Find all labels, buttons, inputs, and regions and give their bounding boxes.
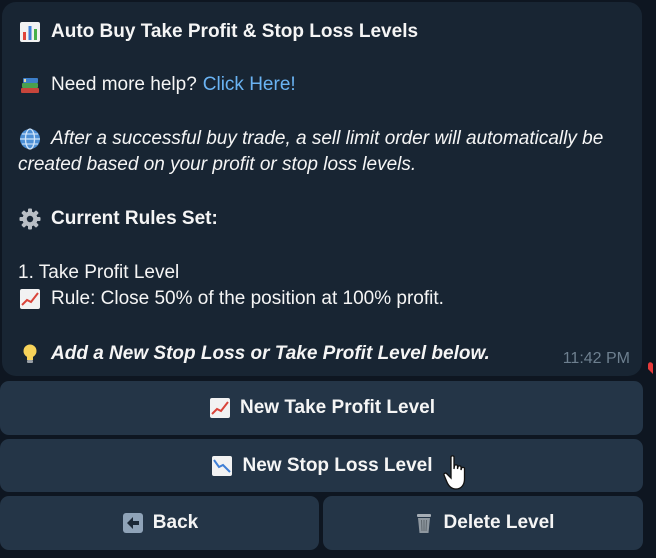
delete-level-button[interactable]: Delete Level [323,496,643,550]
description-line-2: created based on your profit or stop los… [18,153,416,177]
bot-message-bubble: Auto Buy Take Profit & Stop Loss Levels … [2,2,642,376]
rules-heading: Current Rules Set: [51,208,218,229]
hint-text: Add a New Stop Loss or Take Profit Level… [51,343,490,364]
description-text-2: created based on your profit or stop los… [18,154,417,175]
gear-icon [18,207,42,231]
new-stop-loss-button[interactable]: New Stop Loss Level [0,439,643,492]
new-take-profit-label: New Take Profit Level [240,397,435,418]
globe-icon [18,127,42,151]
rule-item-text: Rule: Close 50% of the position at 100% … [51,288,444,309]
new-take-profit-button[interactable]: New Take Profit Level [0,381,643,435]
help-link[interactable]: Click Here! [203,73,296,97]
wastebasket-icon [412,511,436,535]
heart-reaction-icon[interactable] [648,360,656,374]
new-stop-loss-label: New Stop Loss Level [242,454,433,476]
chat-stage: Auto Buy Take Profit & Stop Loss Levels … [0,0,656,558]
rule-item-title: 1. Take Profit Level [18,262,180,283]
rule-item-title-line: 1. Take Profit Level [18,261,179,285]
back-label: Back [152,512,199,533]
delete-level-label: Delete Level [443,512,555,533]
chart-decreasing-icon [210,454,234,478]
rule-item-line: Rule: Close 50% of the position at 100% … [18,287,444,311]
description-line-1: After a successful buy trade, a sell lim… [18,127,603,151]
description-text-1: After a successful buy trade, a sell lim… [51,128,604,149]
chart-increasing-icon [208,396,232,420]
chart-increasing-icon [18,287,42,311]
hint-line: Add a New Stop Loss or Take Profit Level… [18,342,490,366]
lightbulb-icon [18,342,42,366]
back-button[interactable]: Back [0,496,319,550]
message-timestamp: 11:42 PM [562,350,630,367]
bar-chart-icon [18,20,42,44]
back-arrow-icon [121,511,145,535]
help-line: Need more help? Click Here! [18,73,296,97]
message-title: Auto Buy Take Profit & Stop Loss Levels [51,21,419,42]
help-prefix: Need more help? [51,74,197,95]
rules-heading-line: Current Rules Set: [18,207,218,231]
message-title-line: Auto Buy Take Profit & Stop Loss Levels [18,20,418,44]
hand-pointer-cursor-icon [443,455,466,490]
books-icon [18,73,42,97]
